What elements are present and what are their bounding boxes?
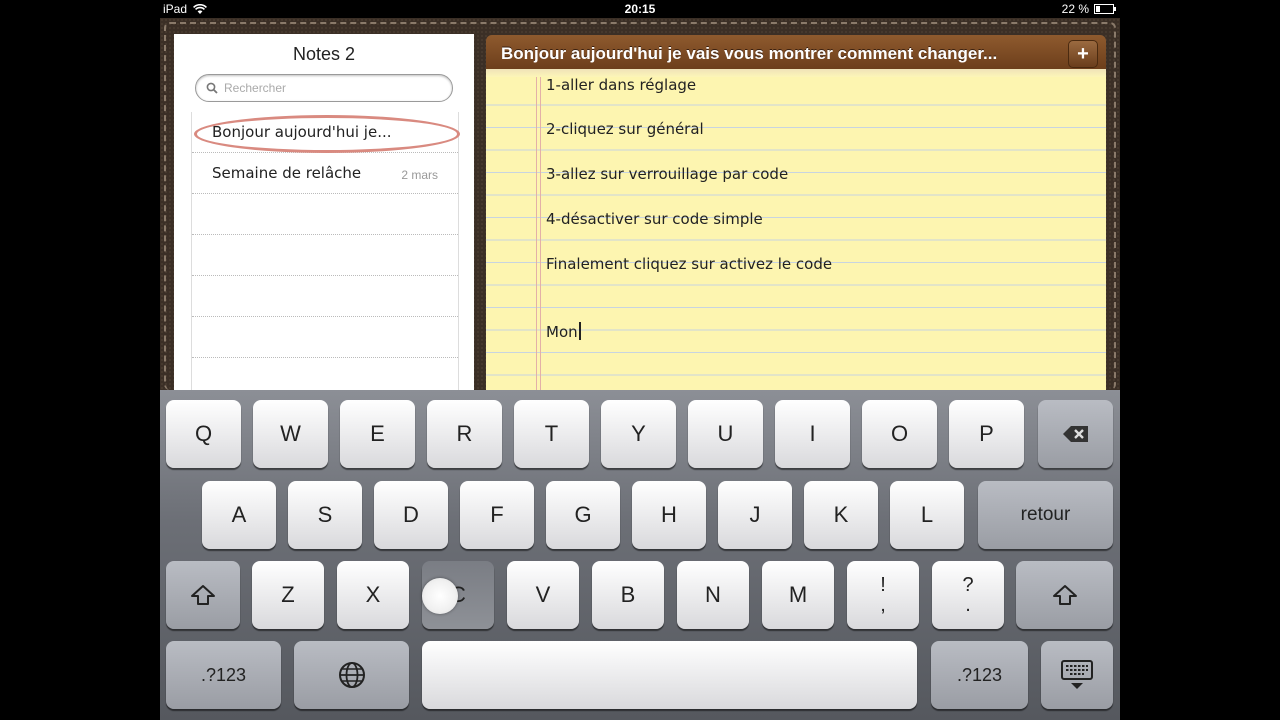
key-f[interactable]: F xyxy=(460,481,534,549)
list-item[interactable]: Semaine de relâche 2 mars xyxy=(192,153,458,194)
hide-keyboard-key[interactable] xyxy=(1041,641,1113,709)
key-exclamation-comma[interactable]: !, xyxy=(847,561,919,629)
search-input[interactable] xyxy=(222,80,436,96)
note-body[interactable]: 1-aller dans réglage 2-cliquez sur génér… xyxy=(486,77,1106,390)
key-m[interactable]: M xyxy=(762,561,834,629)
key-x[interactable]: X xyxy=(337,561,409,629)
shift-icon xyxy=(191,585,215,605)
shift-key-left[interactable] xyxy=(166,561,240,629)
notes-list-panel: Notes 2 Bonjour aujourd'hui je... Semain… xyxy=(174,34,474,390)
key-s[interactable]: S xyxy=(288,481,362,549)
globe-key[interactable] xyxy=(294,641,409,709)
space-key[interactable] xyxy=(422,641,917,709)
key-y[interactable]: Y xyxy=(601,400,676,468)
globe-icon xyxy=(338,662,365,688)
key-bottom-char: , xyxy=(880,594,886,616)
note-header: Bonjour aujourd'hui je vais vous montrer… xyxy=(486,35,1106,71)
shift-icon xyxy=(1052,585,1077,605)
note-line: 3-allez sur verrouillage par code xyxy=(546,165,789,183)
note-title: Bonjour aujourd'hui je vais vous montrer… xyxy=(501,44,998,63)
note-line: Finalement cliquez sur activez le code xyxy=(546,255,833,273)
clock: 20:15 xyxy=(624,2,656,16)
empty-row xyxy=(192,317,458,358)
numbers-key-right[interactable]: .?123 xyxy=(931,641,1028,709)
key-q[interactable]: Q xyxy=(166,400,241,468)
key-a[interactable]: A xyxy=(202,481,276,549)
note-line-current: Mon xyxy=(546,322,581,341)
key-i[interactable]: I xyxy=(775,400,850,468)
key-z[interactable]: Z xyxy=(252,561,324,629)
key-r[interactable]: R xyxy=(427,400,502,468)
key-l[interactable]: L xyxy=(890,481,964,549)
empty-row xyxy=(192,235,458,276)
key-d[interactable]: D xyxy=(374,481,448,549)
key-top-char: ? xyxy=(962,574,974,596)
empty-row xyxy=(192,276,458,317)
backspace-key[interactable] xyxy=(1038,400,1113,468)
battery-icon xyxy=(1094,4,1116,14)
key-j[interactable]: J xyxy=(718,481,792,549)
note-line: 4-désactiver sur code simple xyxy=(546,210,763,228)
notes-list-title: Notes 2 xyxy=(292,44,356,64)
key-b[interactable]: B xyxy=(592,561,664,629)
list-item-date: 2 mars xyxy=(401,168,438,182)
key-n[interactable]: N xyxy=(677,561,749,629)
add-note-button[interactable]: + xyxy=(1068,40,1098,68)
key-o[interactable]: O xyxy=(862,400,937,468)
note-line-text: Mon xyxy=(546,323,578,341)
list-item-title: Bonjour aujourd'hui je... xyxy=(212,123,392,141)
search-field[interactable] xyxy=(195,74,453,102)
note-line: 2-cliquez sur général xyxy=(546,120,704,138)
touch-indicator xyxy=(422,578,458,614)
key-u[interactable]: U xyxy=(688,400,763,468)
key-question-period[interactable]: ?. xyxy=(932,561,1004,629)
torn-paper-edge xyxy=(486,69,1106,77)
list-item[interactable]: Bonjour aujourd'hui je... xyxy=(192,112,460,153)
note-line: 1-aller dans réglage xyxy=(546,77,697,94)
key-e[interactable]: E xyxy=(340,400,415,468)
notes-list: Bonjour aujourd'hui je... Semaine de rel… xyxy=(191,112,460,390)
shift-key-right[interactable] xyxy=(1016,561,1113,629)
key-top-char: ! xyxy=(880,574,886,596)
key-p[interactable]: P xyxy=(949,400,1024,468)
empty-row xyxy=(192,194,458,235)
list-item-title: Semaine de relâche xyxy=(212,164,362,182)
return-key[interactable]: retour xyxy=(978,481,1113,549)
status-bar: iPad 20:15 22 % xyxy=(160,0,1120,18)
keyboard: Q W E R T Y U I O P A S D F G H J K L re… xyxy=(160,390,1120,720)
hide-keyboard-icon xyxy=(1061,660,1093,689)
key-k[interactable]: K xyxy=(804,481,878,549)
numbers-key-left[interactable]: .?123 xyxy=(166,641,281,709)
key-bottom-char: . xyxy=(965,594,971,616)
key-g[interactable]: G xyxy=(546,481,620,549)
key-v[interactable]: V xyxy=(507,561,579,629)
key-w[interactable]: W xyxy=(253,400,328,468)
text-cursor xyxy=(578,322,581,340)
key-h[interactable]: H xyxy=(632,481,706,549)
key-t[interactable]: T xyxy=(514,400,589,468)
backspace-icon xyxy=(1062,426,1088,442)
search-icon xyxy=(206,82,218,94)
battery-percent: 22 % xyxy=(1061,2,1089,16)
